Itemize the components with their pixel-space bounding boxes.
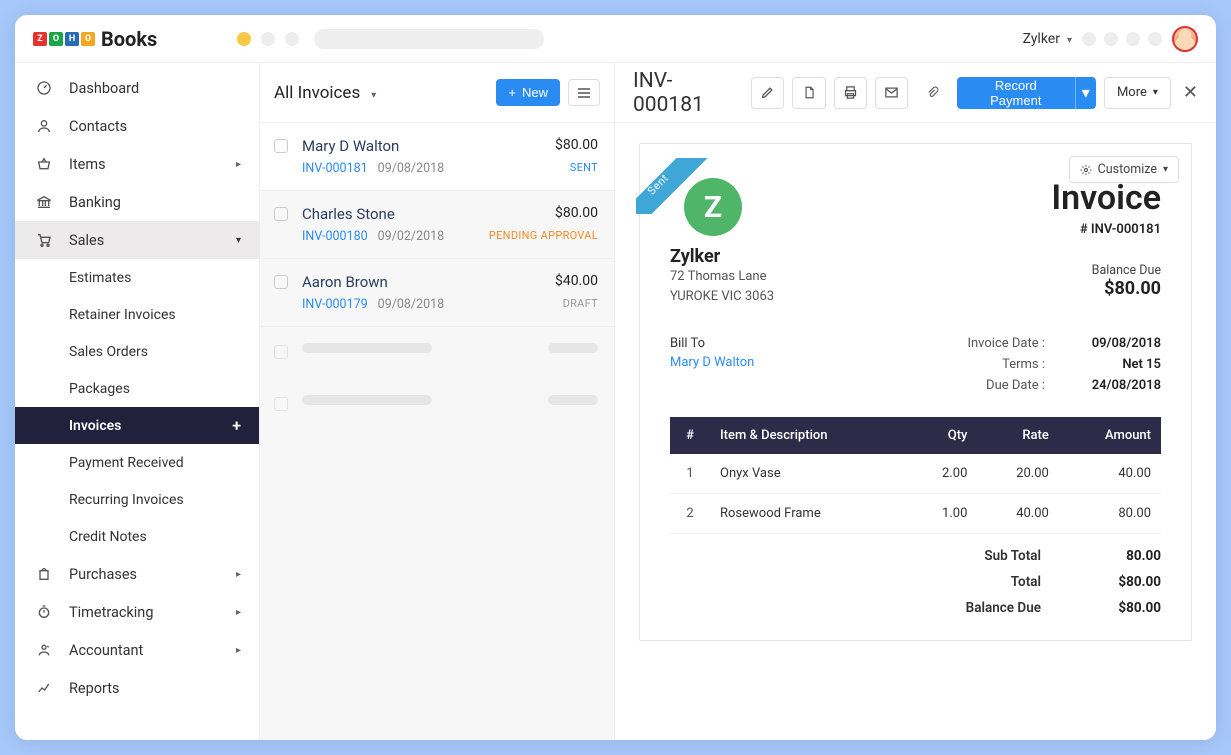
sidebar-item-reports[interactable]: Reports (15, 669, 259, 707)
org-selector[interactable]: Zylker (1023, 31, 1072, 47)
stopwatch-icon (33, 604, 55, 620)
chevron-right-icon: ▸ (236, 645, 241, 656)
row-checkbox[interactable] (274, 139, 288, 153)
basket-icon (33, 156, 55, 172)
sidebar-item-banking[interactable]: Banking (15, 183, 259, 221)
edit-button[interactable] (751, 77, 784, 109)
sidebar-item-dashboard[interactable]: Dashboard (15, 69, 259, 107)
line-items-table: # Item & Description Qty Rate Amount 1On… (670, 417, 1161, 534)
logo-char: O (49, 32, 63, 46)
sidebar-sub-retainer-invoices[interactable]: Retainer Invoices (15, 296, 259, 333)
document-number: # INV-000181 (1051, 222, 1161, 237)
bank-icon (33, 194, 55, 210)
chevron-right-icon: ▸ (236, 569, 241, 580)
row-checkbox[interactable] (274, 275, 288, 289)
line-item-row: 2Rosewood Frame1.0040.0080.00 (670, 494, 1161, 534)
logo-char: H (65, 32, 79, 46)
close-icon[interactable]: ✕ (1183, 82, 1198, 103)
balance-due-amount: $80.00 (1051, 278, 1161, 299)
sidebar-item-items[interactable]: Items▸ (15, 145, 259, 183)
chevron-right-icon: ▸ (236, 607, 241, 618)
cart-icon (33, 232, 55, 248)
user-avatar[interactable] (1172, 26, 1198, 52)
sidebar-item-timetracking[interactable]: Timetracking▸ (15, 593, 259, 631)
sidebar-sub-packages[interactable]: Packages (15, 370, 259, 407)
company-name: Zylker (670, 246, 774, 267)
balance-due-label: Balance Due (1051, 263, 1161, 278)
chevron-right-icon: ▸ (236, 159, 241, 170)
invoice-list-row[interactable]: Aaron Brown$40.00 INV-00017909/08/2018DR… (260, 259, 614, 327)
invoice-totals: Sub Total80.00 Total$80.00 Balance Due$8… (670, 548, 1161, 616)
person-icon (33, 118, 55, 134)
chevron-down-icon: ▾ (236, 235, 241, 246)
bill-to-label: Bill To (670, 336, 754, 351)
invoice-list: All Invoices +New Mary D Walton$80.00 IN… (260, 63, 615, 740)
sidebar: Dashboard Contacts Items▸ Banking Sales▾… (15, 63, 260, 740)
sidebar-sub-estimates[interactable]: Estimates (15, 259, 259, 296)
plus-icon[interactable]: + (232, 416, 241, 435)
record-payment-button[interactable]: Record Payment (957, 77, 1075, 109)
plus-icon: + (508, 85, 516, 100)
sidebar-item-sales[interactable]: Sales▾ (15, 221, 259, 259)
status-ribbon: Sent (636, 158, 722, 214)
app-logo: Z O H O Books (33, 27, 157, 51)
list-menu-button[interactable] (568, 79, 600, 106)
invoice-detail: INV-000181 Record Payment ▾ More▾ ✕ (615, 63, 1216, 740)
invoice-list-row[interactable]: Charles Stone$80.00 INV-00018009/02/2018… (260, 191, 614, 259)
sidebar-sub-recurring-invoices[interactable]: Recurring Invoices (15, 481, 259, 518)
sidebar-item-purchases[interactable]: Purchases▸ (15, 555, 259, 593)
sidebar-sub-payment-received[interactable]: Payment Received (15, 444, 259, 481)
gauge-icon (33, 80, 55, 96)
company-address: 72 Thomas Lane (670, 267, 774, 287)
sidebar-sub-credit-notes[interactable]: Credit Notes (15, 518, 259, 555)
mail-button[interactable] (875, 77, 908, 109)
more-button[interactable]: More▾ (1104, 77, 1171, 109)
row-checkbox[interactable] (274, 207, 288, 221)
line-item-row: 1Onyx Vase2.0020.0040.00 (670, 454, 1161, 494)
chart-icon (33, 680, 55, 696)
sidebar-item-accountant[interactable]: Accountant▸ (15, 631, 259, 669)
topbar: Z O H O Books Zylker (15, 15, 1216, 63)
window-controls (237, 32, 299, 46)
invoice-list-row[interactable]: Mary D Walton$80.00 INV-00018109/08/2018… (260, 123, 614, 191)
attachment-button[interactable] (916, 77, 949, 109)
pdf-button[interactable] (792, 77, 825, 109)
skeleton-row (260, 327, 614, 379)
list-filter-dropdown[interactable]: All Invoices (274, 83, 376, 103)
skeleton-row (260, 379, 614, 431)
detail-title: INV-000181 (633, 69, 741, 117)
logo-char: Z (33, 32, 47, 46)
app-name: Books (101, 27, 157, 51)
logo-char: O (81, 32, 95, 46)
new-invoice-button[interactable]: +New (496, 79, 560, 106)
bill-to-link[interactable]: Mary D Walton (670, 355, 754, 370)
customize-button[interactable]: Customize▾ (1069, 156, 1179, 183)
sidebar-item-contacts[interactable]: Contacts (15, 107, 259, 145)
bag-icon (33, 566, 55, 582)
sidebar-sub-invoices[interactable]: Invoices+ (15, 407, 259, 444)
print-button[interactable] (834, 77, 867, 109)
accountant-icon (33, 642, 55, 658)
sidebar-sub-sales-orders[interactable]: Sales Orders (15, 333, 259, 370)
gear-icon (1080, 164, 1092, 176)
record-payment-dropdown[interactable]: ▾ (1075, 77, 1096, 109)
invoice-document: Sent Customize▾ Z Zylker 72 Thomas Lane … (639, 143, 1192, 641)
document-type: Invoice (1051, 178, 1161, 218)
invoice-meta: Invoice Date :09/08/2018 Terms :Net 15 D… (965, 336, 1161, 399)
global-search-placeholder[interactable] (314, 29, 544, 49)
company-address: YUROKE VIC 3063 (670, 287, 774, 307)
